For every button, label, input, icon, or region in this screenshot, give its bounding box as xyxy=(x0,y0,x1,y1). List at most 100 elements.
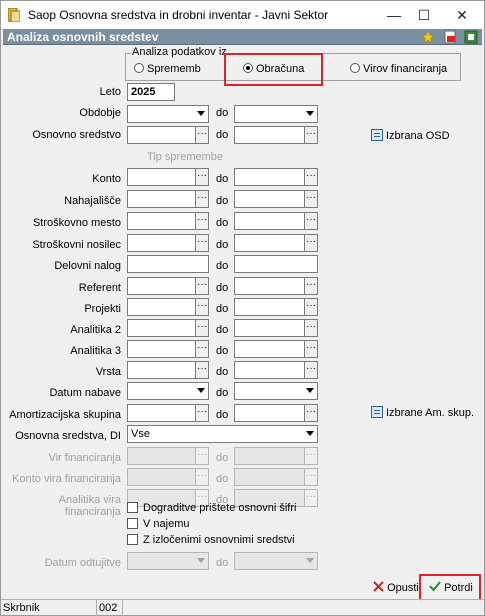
maximize-button[interactable]: ☐ xyxy=(406,1,442,29)
chevron-down-icon xyxy=(306,111,314,116)
do-label: do xyxy=(216,387,229,399)
chevron-down-icon xyxy=(197,388,205,393)
radio-viri-financiranja[interactable]: Virov financiranja xyxy=(350,63,447,77)
vrsta-from-input[interactable]: ··· xyxy=(127,361,209,379)
stroskovni-nosilec-from-input[interactable]: ··· xyxy=(127,234,209,252)
tip-spremembe-label: Tip spremembe xyxy=(147,151,224,163)
cancel-button[interactable]: Opusti xyxy=(373,577,419,599)
analitika3-to-input[interactable]: ··· xyxy=(234,340,318,358)
do-label: do xyxy=(216,239,229,251)
app-icon xyxy=(8,8,20,22)
referent-from-input[interactable]: ··· xyxy=(127,277,209,295)
ellipsis-button[interactable]: ··· xyxy=(304,319,318,337)
analitika2-from-input[interactable]: ··· xyxy=(127,319,209,337)
confirm-button[interactable]: Potrdi xyxy=(429,577,473,599)
leto-input[interactable]: 2025 xyxy=(127,83,175,101)
obdobje-from-select[interactable] xyxy=(127,105,209,123)
delovni-nalog-to-input[interactable] xyxy=(234,255,318,273)
stroskovni-nosilec-to-input[interactable]: ··· xyxy=(234,234,318,252)
ellipsis-button[interactable]: ··· xyxy=(195,212,209,230)
stroskovni-nosilec-label: Stroškovni nosilec xyxy=(32,239,121,251)
osnovno-sredstvo-from-input[interactable]: ··· xyxy=(127,126,209,144)
do-label: do xyxy=(216,409,229,421)
radio-spremembe[interactable]: Sprememb xyxy=(134,63,201,77)
do-label: do xyxy=(216,173,229,185)
ellipsis-button[interactable]: ··· xyxy=(195,319,209,337)
konto-vira-to-input: ··· xyxy=(234,468,318,486)
analitika3-label: Analitika 3 xyxy=(70,345,121,357)
izbrane-am-skup-label: Izbrane Am. skup. xyxy=(386,407,475,419)
stroskovno-mesto-from-input[interactable]: ··· xyxy=(127,212,209,230)
projekti-to-input[interactable]: ··· xyxy=(234,298,318,316)
ellipsis-button[interactable]: ··· xyxy=(195,340,209,358)
nahajalisce-from-input[interactable]: ··· xyxy=(127,190,209,208)
amortizacijska-skupina-to-input[interactable]: ··· xyxy=(234,404,318,422)
chevron-down-icon xyxy=(306,431,314,436)
section-header: Analiza osnovnih sredstev xyxy=(3,29,482,45)
do-label: do xyxy=(216,303,229,315)
ellipsis-button[interactable]: ··· xyxy=(304,404,318,422)
projekti-from-input[interactable]: ··· xyxy=(127,298,209,316)
osnovna-sredstva-di-select[interactable]: Vse xyxy=(127,425,318,443)
ellipsis-button[interactable]: ··· xyxy=(195,277,209,295)
analitika2-to-input[interactable]: ··· xyxy=(234,319,318,337)
checkbox-izloceni-label: Z izločenimi osnovnimi sredstvi xyxy=(143,534,295,546)
obdobje-label: Obdobje xyxy=(79,107,121,119)
osnovna-sredstva-di-value: Vse xyxy=(131,428,150,440)
do-label: do xyxy=(216,557,229,569)
star-icon[interactable] xyxy=(421,30,435,44)
ellipsis-button[interactable]: ··· xyxy=(195,126,209,144)
konto-label: Konto xyxy=(92,173,121,185)
ellipsis-button[interactable]: ··· xyxy=(304,298,318,316)
status-bar: Skrbnik 002 xyxy=(1,599,484,616)
analitika3-from-input[interactable]: ··· xyxy=(127,340,209,358)
ellipsis-button[interactable]: ··· xyxy=(195,404,209,422)
do-label: do xyxy=(216,324,229,336)
ellipsis-button[interactable]: ··· xyxy=(304,126,318,144)
osnovno-sredstvo-to-input[interactable]: ··· xyxy=(234,126,318,144)
vrsta-to-input[interactable]: ··· xyxy=(234,361,318,379)
ellipsis-button[interactable]: ··· xyxy=(304,234,318,252)
ellipsis-button[interactable]: ··· xyxy=(304,340,318,358)
ellipsis-button[interactable]: ··· xyxy=(195,190,209,208)
referent-to-input[interactable]: ··· xyxy=(234,277,318,295)
ellipsis-button[interactable]: ··· xyxy=(195,168,209,186)
export-pdf-icon[interactable] xyxy=(443,30,457,44)
radio-viri-label: Virov financiranja xyxy=(363,63,448,75)
ellipsis-button[interactable]: ··· xyxy=(304,168,318,186)
checkbox-box xyxy=(127,518,138,529)
do-label: do xyxy=(216,282,229,294)
ellipsis-button[interactable]: ··· xyxy=(304,361,318,379)
ellipsis-button[interactable]: ··· xyxy=(195,234,209,252)
ellipsis-button: ··· xyxy=(304,447,318,465)
delovni-nalog-label: Delovni nalog xyxy=(54,260,121,272)
checkbox-v-najemu[interactable]: V najemu xyxy=(127,518,189,530)
chevron-down-icon xyxy=(197,111,205,116)
obdobje-to-select[interactable] xyxy=(234,105,318,123)
ellipsis-button[interactable]: ··· xyxy=(304,190,318,208)
datum-nabave-from-select[interactable] xyxy=(127,382,209,400)
stroskovno-mesto-to-input[interactable]: ··· xyxy=(234,212,318,230)
checkbox-dograditve[interactable]: Dograditve prištete osnovni šifri xyxy=(127,502,296,514)
izbrane-am-skup-link[interactable]: Izbrane Am. skup. xyxy=(371,406,474,419)
ellipsis-button[interactable]: ··· xyxy=(304,212,318,230)
vir-financiranja-label: Vir financiranja xyxy=(48,452,121,464)
nahajalisce-to-input[interactable]: ··· xyxy=(234,190,318,208)
ellipsis-button[interactable]: ··· xyxy=(195,298,209,316)
vrsta-label: Vrsta xyxy=(95,366,121,378)
delovni-nalog-from-input[interactable] xyxy=(127,255,209,273)
do-label: do xyxy=(216,452,229,464)
datum-nabave-to-select[interactable] xyxy=(234,382,318,400)
ellipsis-button[interactable]: ··· xyxy=(304,277,318,295)
izbrana-osd-link[interactable]: Izbrana OSD xyxy=(371,129,450,142)
ellipsis-button[interactable]: ··· xyxy=(195,361,209,379)
do-label: do xyxy=(216,366,229,378)
checkbox-box xyxy=(127,502,138,513)
close-button[interactable]: ✕ xyxy=(444,1,480,29)
amortizacijska-skupina-from-input[interactable]: ··· xyxy=(127,404,209,422)
konto-from-input[interactable]: ··· xyxy=(127,168,209,186)
konto-to-input[interactable]: ··· xyxy=(234,168,318,186)
cancel-label: Opusti xyxy=(387,582,419,594)
checkbox-izloceni[interactable]: Z izločenimi osnovnimi sredstvi xyxy=(127,534,295,546)
exit-icon[interactable] xyxy=(464,30,478,44)
